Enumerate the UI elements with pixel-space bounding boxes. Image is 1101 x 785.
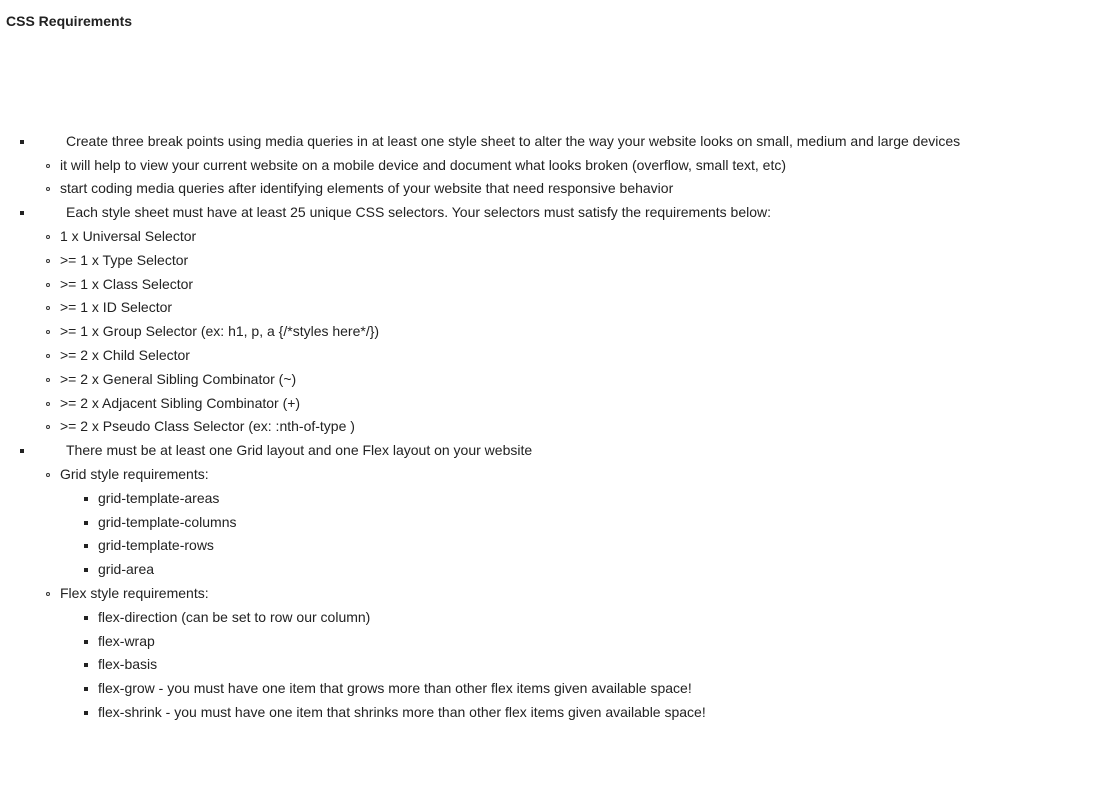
list-item-text: grid-template-columns bbox=[98, 514, 237, 530]
sub-list: Grid style requirements: grid-template-a… bbox=[38, 463, 1095, 725]
list-item: There must be at least one Grid layout a… bbox=[18, 439, 1095, 725]
list-item: >= 1 x Group Selector (ex: h1, p, a {/*s… bbox=[46, 320, 1095, 344]
list-item-text: flex-shrink - you must have one item tha… bbox=[98, 704, 706, 720]
section-heading: CSS Requirements bbox=[6, 10, 1095, 34]
list-item: grid-template-areas bbox=[84, 487, 1095, 511]
list-item-text: >= 1 x Group Selector (ex: h1, p, a {/*s… bbox=[60, 323, 379, 339]
list-item: >= 2 x Pseudo Class Selector (ex: :nth-o… bbox=[46, 415, 1095, 439]
list-item-text: >= 1 x Type Selector bbox=[60, 252, 188, 268]
list-item-text: flex-basis bbox=[98, 656, 157, 672]
sub-sub-list: grid-template-areas grid-template-column… bbox=[60, 487, 1095, 582]
list-item: flex-wrap bbox=[84, 630, 1095, 654]
sub-list: it will help to view your current websit… bbox=[38, 154, 1095, 202]
list-item-text: >= 2 x Adjacent Sibling Combinator (+) bbox=[60, 395, 300, 411]
list-item: >= 2 x Adjacent Sibling Combinator (+) bbox=[46, 392, 1095, 416]
list-item-text: >= 1 x ID Selector bbox=[60, 299, 172, 315]
list-item: grid-template-rows bbox=[84, 534, 1095, 558]
list-item-text: flex-grow - you must have one item that … bbox=[98, 680, 692, 696]
list-item-text: There must be at least one Grid layout a… bbox=[38, 439, 532, 463]
sub-sub-list: flex-direction (can be set to row our co… bbox=[60, 606, 1095, 725]
list-item: grid-template-columns bbox=[84, 511, 1095, 535]
list-item-text: flex-wrap bbox=[98, 633, 155, 649]
list-item: start coding media queries after identif… bbox=[46, 177, 1095, 201]
list-item: flex-grow - you must have one item that … bbox=[84, 677, 1095, 701]
list-item-text: start coding media queries after identif… bbox=[60, 180, 673, 196]
list-item: flex-direction (can be set to row our co… bbox=[84, 606, 1095, 630]
list-item-text: >= 2 x Pseudo Class Selector (ex: :nth-o… bbox=[60, 418, 355, 434]
requirements-list: Create three break points using media qu… bbox=[6, 130, 1095, 725]
list-item-text: grid-template-rows bbox=[98, 537, 214, 553]
list-item-text: 1 x Universal Selector bbox=[60, 228, 196, 244]
list-item: Flex style requirements: flex-direction … bbox=[46, 582, 1095, 725]
list-item-text: grid-area bbox=[98, 561, 154, 577]
list-item: >= 1 x ID Selector bbox=[46, 296, 1095, 320]
list-item-text: >= 1 x Class Selector bbox=[60, 276, 193, 292]
list-item-text: Flex style requirements: bbox=[60, 585, 209, 601]
list-item-text: Grid style requirements: bbox=[60, 466, 209, 482]
list-item: Each style sheet must have at least 25 u… bbox=[18, 201, 1095, 439]
list-item: 1 x Universal Selector bbox=[46, 225, 1095, 249]
list-item: grid-area bbox=[84, 558, 1095, 582]
list-item: >= 1 x Type Selector bbox=[46, 249, 1095, 273]
list-item-text: it will help to view your current websit… bbox=[60, 157, 786, 173]
list-item-text: >= 2 x General Sibling Combinator (~) bbox=[60, 371, 296, 387]
list-item-text: >= 2 x Child Selector bbox=[60, 347, 190, 363]
list-item-text: Each style sheet must have at least 25 u… bbox=[38, 201, 771, 225]
list-item: flex-shrink - you must have one item tha… bbox=[84, 701, 1095, 725]
list-item-text: grid-template-areas bbox=[98, 490, 219, 506]
sub-list: 1 x Universal Selector >= 1 x Type Selec… bbox=[38, 225, 1095, 439]
list-item-text: flex-direction (can be set to row our co… bbox=[98, 609, 370, 625]
list-item: flex-basis bbox=[84, 653, 1095, 677]
list-item: Create three break points using media qu… bbox=[18, 130, 1095, 201]
list-item: >= 1 x Class Selector bbox=[46, 273, 1095, 297]
list-item: it will help to view your current websit… bbox=[46, 154, 1095, 178]
list-item: Grid style requirements: grid-template-a… bbox=[46, 463, 1095, 582]
list-item-text: Create three break points using media qu… bbox=[38, 130, 960, 154]
list-item: >= 2 x Child Selector bbox=[46, 344, 1095, 368]
list-item: >= 2 x General Sibling Combinator (~) bbox=[46, 368, 1095, 392]
